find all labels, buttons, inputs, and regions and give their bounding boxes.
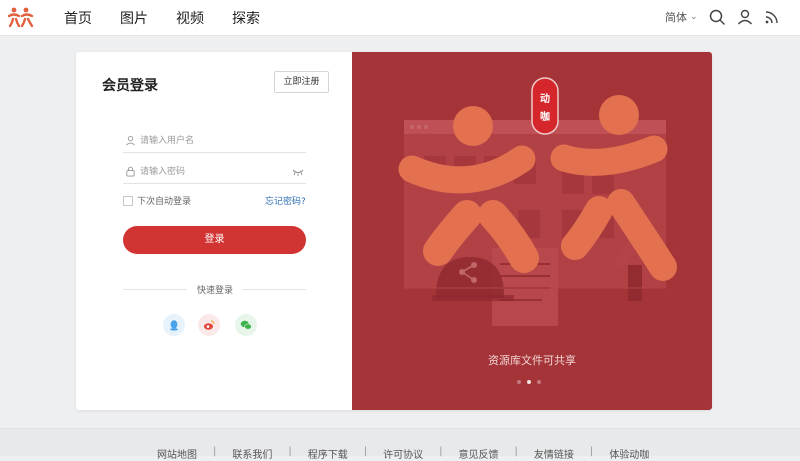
separator: | bbox=[439, 446, 443, 457]
login-form-panel: 会员登录 立即注册 下次自动登录 忘 bbox=[76, 52, 352, 410]
eye-closed-icon[interactable] bbox=[292, 168, 304, 176]
register-button[interactable]: 立即注册 bbox=[274, 71, 329, 93]
remember-checkbox[interactable] bbox=[123, 195, 133, 206]
login-title: 会员登录 bbox=[102, 78, 158, 94]
lock-icon bbox=[126, 166, 135, 177]
carousel-dot[interactable] bbox=[517, 380, 521, 384]
password-field bbox=[123, 161, 306, 184]
main-nav: 首页 图片 视频 探索 bbox=[64, 0, 260, 35]
footer-link-sitemap[interactable]: 网站地图 bbox=[157, 446, 197, 461]
carousel-dots bbox=[517, 380, 541, 384]
logo-icon[interactable] bbox=[8, 6, 34, 28]
language-label: 简体 bbox=[665, 11, 687, 24]
footer-link-download[interactable]: 程序下载 bbox=[308, 446, 348, 461]
footer-link-experience[interactable]: 体验动咖 bbox=[609, 446, 649, 461]
stamp-char: 咖 bbox=[540, 110, 550, 123]
login-button[interactable]: 登录 bbox=[123, 226, 306, 254]
nav-explore[interactable]: 探索 bbox=[232, 8, 260, 28]
top-navbar: 首页 图片 视频 探索 简体 ⌄ bbox=[0, 0, 800, 36]
divider bbox=[242, 289, 306, 290]
weibo-icon bbox=[204, 320, 215, 330]
footer-link-friends[interactable]: 友情链接 bbox=[534, 446, 574, 461]
carousel-dot-active[interactable] bbox=[527, 380, 531, 384]
divider bbox=[123, 289, 187, 290]
wechat-login-button[interactable] bbox=[235, 314, 257, 336]
remember-me[interactable]: 下次自动登录 bbox=[123, 194, 191, 207]
user-field-icon bbox=[126, 136, 135, 146]
separator: | bbox=[589, 446, 594, 457]
footer-links: 网站地图 | 联系我们 | 程序下载 | 许可协议 | 意见反馈 | 友情链接 … bbox=[157, 446, 649, 461]
separator: | bbox=[213, 446, 217, 457]
qq-login-button[interactable] bbox=[163, 314, 185, 336]
quick-login-label: 快速登录 bbox=[196, 286, 233, 296]
password-input[interactable] bbox=[140, 163, 290, 181]
promo-panel: 动 咖 资源库文件可共享 bbox=[352, 52, 712, 410]
separator: | bbox=[514, 446, 518, 457]
nav-videos[interactable]: 视频 bbox=[176, 8, 204, 28]
language-selector[interactable]: 简体 ⌄ bbox=[665, 9, 698, 25]
rss-icon[interactable] bbox=[763, 8, 781, 26]
separator: | bbox=[363, 446, 368, 457]
promo-caption: 资源库文件可共享 bbox=[488, 354, 576, 367]
footer-link-license[interactable]: 许可协议 bbox=[383, 446, 423, 461]
nav-images[interactable]: 图片 bbox=[120, 8, 148, 28]
forgot-password-link[interactable]: 忘记密码? bbox=[265, 194, 306, 207]
carousel-dot[interactable] bbox=[537, 380, 541, 384]
login-card: 会员登录 立即注册 下次自动登录 忘 bbox=[76, 52, 712, 410]
chevron-down-icon: ⌄ bbox=[690, 12, 698, 22]
footer-link-contact[interactable]: 联系我们 bbox=[232, 446, 272, 461]
weibo-login-button[interactable] bbox=[198, 314, 220, 336]
username-input[interactable] bbox=[140, 132, 290, 150]
footer: 网站地图 | 联系我们 | 程序下载 | 许可协议 | 意见反馈 | 友情链接 … bbox=[0, 428, 800, 461]
stamp-char: 动 bbox=[540, 92, 550, 105]
user-icon[interactable] bbox=[736, 8, 754, 26]
remember-label: 下次自动登录 bbox=[137, 197, 192, 207]
wechat-icon bbox=[240, 320, 252, 330]
username-field bbox=[123, 130, 306, 153]
qq-icon bbox=[170, 320, 178, 331]
search-icon[interactable] bbox=[708, 8, 726, 26]
separator: | bbox=[288, 446, 292, 457]
footer-link-feedback[interactable]: 意见反馈 bbox=[459, 446, 499, 461]
nav-home[interactable]: 首页 bbox=[64, 8, 92, 28]
